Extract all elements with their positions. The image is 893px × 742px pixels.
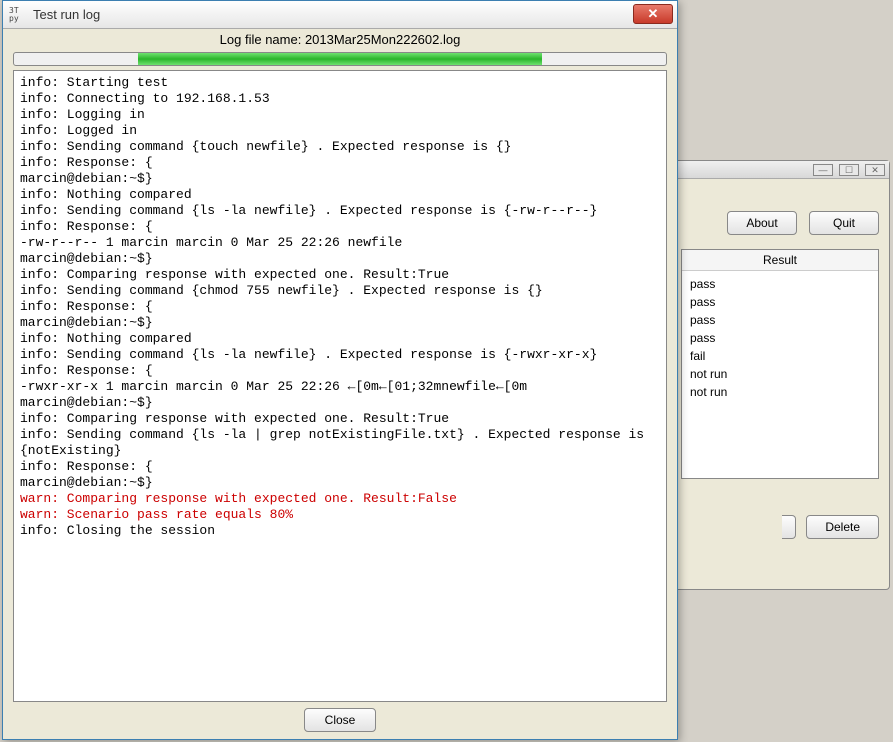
result-item[interactable]: not run [690,383,870,401]
log-line: info: Comparing response with expected o… [20,267,660,283]
log-line: info: Response: { [20,299,660,315]
background-window: — ☐ ✕ About Quit Result passpasspasspass… [670,160,890,590]
log-line: info: Comparing response with expected o… [20,411,660,427]
log-line: marcin@debian:~$} [20,395,660,411]
log-line: info: Response: { [20,459,660,475]
log-line: marcin@debian:~$} [20,251,660,267]
log-line: info: Logging in [20,107,660,123]
app-icon: 3T py [9,6,27,24]
log-line: marcin@debian:~$} [20,315,660,331]
log-line: info: Response: { [20,155,660,171]
log-line: warn: Scenario pass rate equals 80% [20,507,660,523]
log-line: info: Sending command {ls -la newfile} .… [20,347,660,363]
result-item[interactable]: pass [690,311,870,329]
log-line: info: Sending command {chmod 755 newfile… [20,283,660,299]
result-item[interactable]: not run [690,365,870,383]
window-title: Test run log [33,7,100,22]
log-window: 3T py Test run log ✕ Log file name: 2013… [2,0,678,740]
log-line: info: Closing the session [20,523,660,539]
close-button[interactable]: Close [304,708,376,732]
bg-titlebar: — ☐ ✕ [671,161,889,179]
log-line: info: Response: { [20,363,660,379]
window-close-button[interactable]: ✕ [633,4,673,24]
bg-min-icon[interactable]: — [813,164,833,176]
result-list: passpasspasspassfailnot runnot run [682,271,878,405]
log-textarea[interactable]: info: Starting testinfo: Connecting to 1… [13,70,667,702]
log-line: info: Sending command {ls -la newfile} .… [20,203,660,219]
stub-button[interactable] [782,515,796,539]
result-item[interactable]: pass [690,329,870,347]
bg-close-icon[interactable]: ✕ [865,164,885,176]
bg-max-icon[interactable]: ☐ [839,164,859,176]
log-line: marcin@debian:~$} [20,171,660,187]
log-line: info: Starting test [20,75,660,91]
result-item[interactable]: fail [690,347,870,365]
log-line: info: Nothing compared [20,187,660,203]
log-line: info: Logged in [20,123,660,139]
log-line: info: Sending command {touch newfile} . … [20,139,660,155]
result-panel: Result passpasspasspassfailnot runnot ru… [681,249,879,479]
result-header: Result [682,250,878,271]
progress-bar [13,52,667,66]
log-line: info: Nothing compared [20,331,660,347]
about-button[interactable]: About [727,211,797,235]
log-line: marcin@debian:~$} [20,475,660,491]
quit-button[interactable]: Quit [809,211,879,235]
log-line: -rwxr-xr-x 1 marcin marcin 0 Mar 25 22:2… [20,379,660,395]
log-filename-label: Log file name: 2013Mar25Mon222602.log [3,29,677,50]
log-line: info: Connecting to 192.168.1.53 [20,91,660,107]
log-line: info: Response: { [20,219,660,235]
delete-button[interactable]: Delete [806,515,879,539]
log-line: info: Sending command {ls -la | grep not… [20,427,660,459]
log-line: -rw-r--r-- 1 marcin marcin 0 Mar 25 22:2… [20,235,660,251]
result-item[interactable]: pass [690,293,870,311]
titlebar[interactable]: 3T py Test run log ✕ [3,1,677,29]
log-line: warn: Comparing response with expected o… [20,491,660,507]
result-item[interactable]: pass [690,275,870,293]
